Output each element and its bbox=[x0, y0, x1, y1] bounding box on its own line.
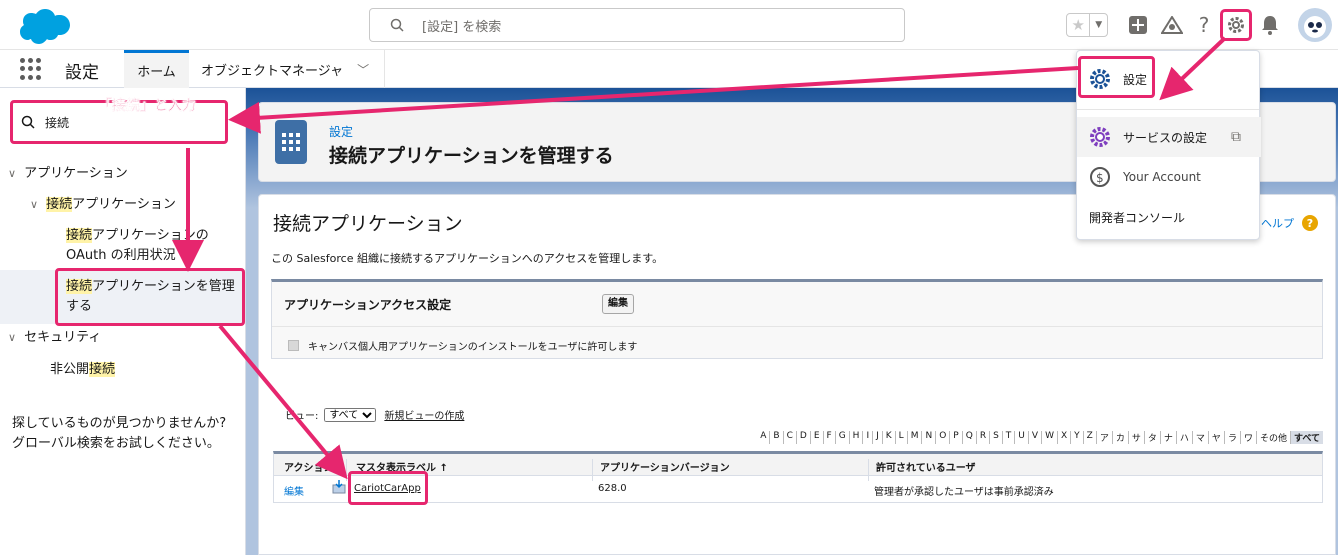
annotation-arrows bbox=[172, 36, 1227, 480]
arrow-manage-to-app bbox=[218, 324, 348, 480]
arrow-gear-to-setup bbox=[1159, 36, 1227, 101]
annotation-callout: 「接続」と入力 bbox=[98, 98, 196, 114]
arrow-setup-to-quickfind bbox=[228, 66, 1079, 134]
